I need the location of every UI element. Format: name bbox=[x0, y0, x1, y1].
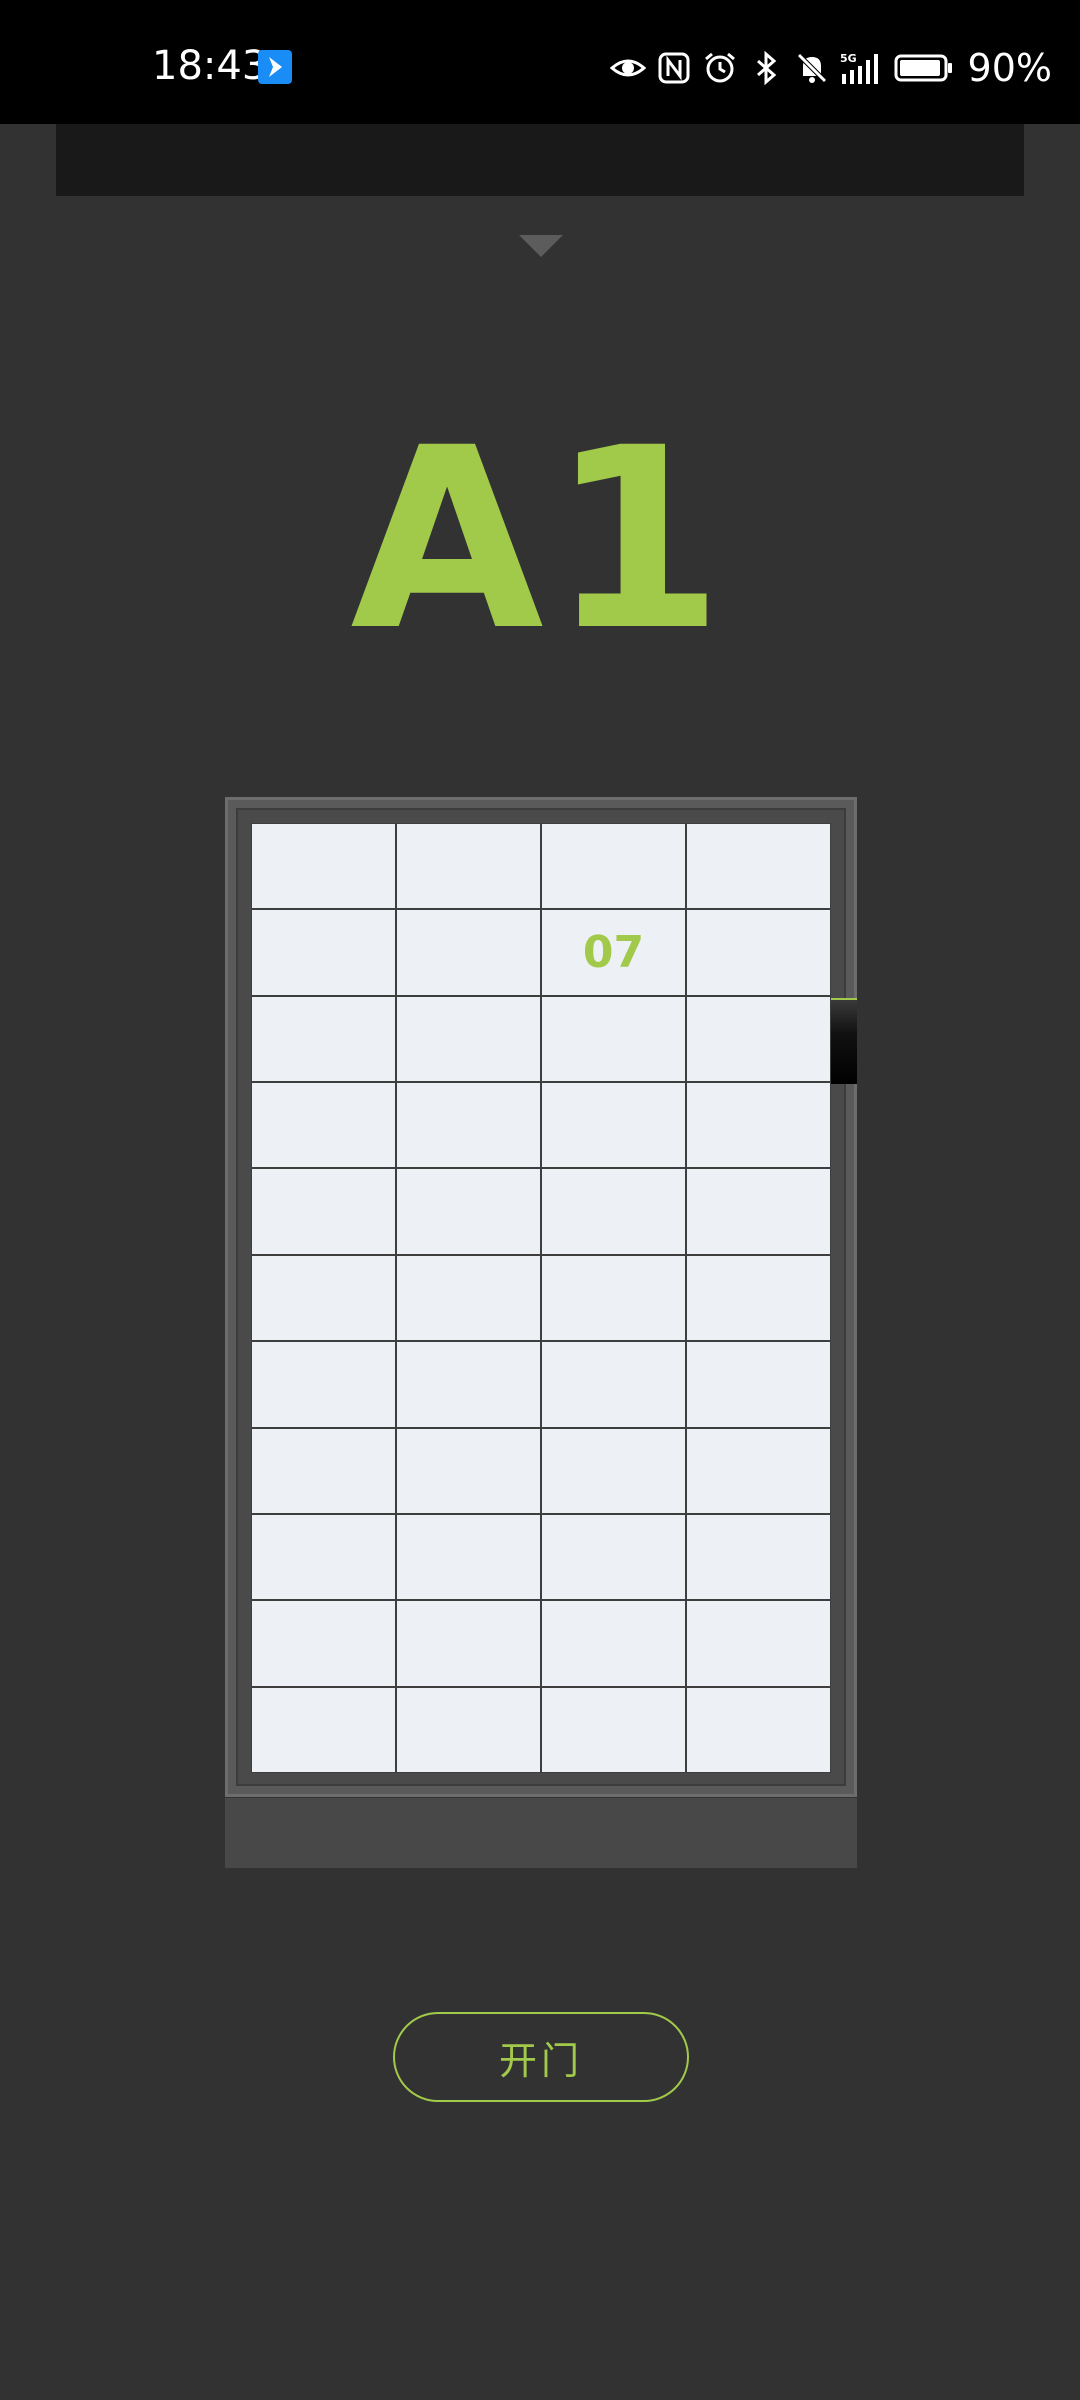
compartment[interactable] bbox=[687, 1428, 830, 1513]
open-door-button[interactable]: 开门 bbox=[393, 2012, 689, 2102]
compartment[interactable] bbox=[687, 1601, 830, 1686]
compartment[interactable] bbox=[252, 1083, 395, 1168]
status-time: 18:43 bbox=[152, 43, 268, 89]
bluetooth-icon bbox=[756, 50, 776, 86]
compartment[interactable] bbox=[397, 1342, 540, 1427]
compartment[interactable] bbox=[397, 1687, 540, 1772]
compartment-07[interactable]: 07 bbox=[542, 910, 685, 995]
compartment[interactable] bbox=[542, 1342, 685, 1427]
compartment[interactable] bbox=[542, 1601, 685, 1686]
compartment[interactable] bbox=[397, 910, 540, 995]
status-bar: 18:43 5G 90% bbox=[0, 0, 1080, 124]
compartment[interactable] bbox=[687, 910, 830, 995]
compartment[interactable] bbox=[542, 996, 685, 1082]
compartment[interactable] bbox=[252, 910, 395, 995]
compartment[interactable] bbox=[542, 1428, 685, 1513]
cabinet-handle bbox=[831, 998, 857, 1084]
compartment[interactable] bbox=[687, 1169, 830, 1254]
compartment[interactable] bbox=[542, 1169, 685, 1254]
alarm-icon bbox=[704, 52, 735, 83]
collapse-arrow-icon[interactable] bbox=[519, 235, 563, 257]
compartment[interactable] bbox=[542, 824, 685, 909]
compartment[interactable] bbox=[542, 1083, 685, 1168]
status-icons: 5G 90% bbox=[609, 42, 1052, 94]
compartment[interactable] bbox=[397, 1169, 540, 1254]
eye-icon bbox=[609, 59, 646, 77]
compartment[interactable] bbox=[397, 1428, 540, 1513]
app-notification-icon bbox=[258, 50, 292, 84]
compartment[interactable] bbox=[397, 1514, 540, 1600]
compartment[interactable] bbox=[252, 824, 395, 909]
compartment[interactable] bbox=[252, 1687, 395, 1772]
compartment[interactable] bbox=[397, 1255, 540, 1341]
compartment[interactable] bbox=[397, 1601, 540, 1686]
compartment[interactable] bbox=[687, 824, 830, 909]
compartment[interactable] bbox=[687, 1342, 830, 1427]
compartment[interactable] bbox=[542, 1687, 685, 1772]
locker-title: A1 bbox=[350, 394, 730, 685]
compartment[interactable] bbox=[252, 1169, 395, 1254]
compartment[interactable] bbox=[687, 1514, 830, 1600]
signal-icon: 5G bbox=[840, 52, 878, 84]
cabinet-grid: 07 bbox=[251, 823, 831, 1773]
compartment[interactable] bbox=[542, 1255, 685, 1341]
mute-icon bbox=[796, 53, 827, 83]
compartment[interactable] bbox=[252, 1514, 395, 1600]
compartment[interactable] bbox=[252, 1255, 395, 1341]
battery-icon bbox=[894, 54, 952, 82]
compartment[interactable] bbox=[542, 1514, 685, 1600]
cabinet-base bbox=[225, 1798, 857, 1868]
battery-percent: 90% bbox=[967, 46, 1052, 90]
compartment[interactable] bbox=[687, 1083, 830, 1168]
compartment[interactable] bbox=[687, 996, 830, 1082]
nfc-icon bbox=[658, 52, 690, 84]
compartment[interactable] bbox=[252, 1601, 395, 1686]
svg-text:5G: 5G bbox=[840, 52, 857, 65]
compartment[interactable] bbox=[252, 1428, 395, 1513]
compartment[interactable] bbox=[687, 1255, 830, 1341]
compartment[interactable] bbox=[252, 996, 395, 1082]
compartment[interactable] bbox=[687, 1687, 830, 1772]
compartment[interactable] bbox=[397, 824, 540, 909]
compartment[interactable] bbox=[397, 1083, 540, 1168]
top-panel bbox=[56, 124, 1024, 196]
compartment[interactable] bbox=[252, 1342, 395, 1427]
compartment[interactable] bbox=[397, 996, 540, 1082]
